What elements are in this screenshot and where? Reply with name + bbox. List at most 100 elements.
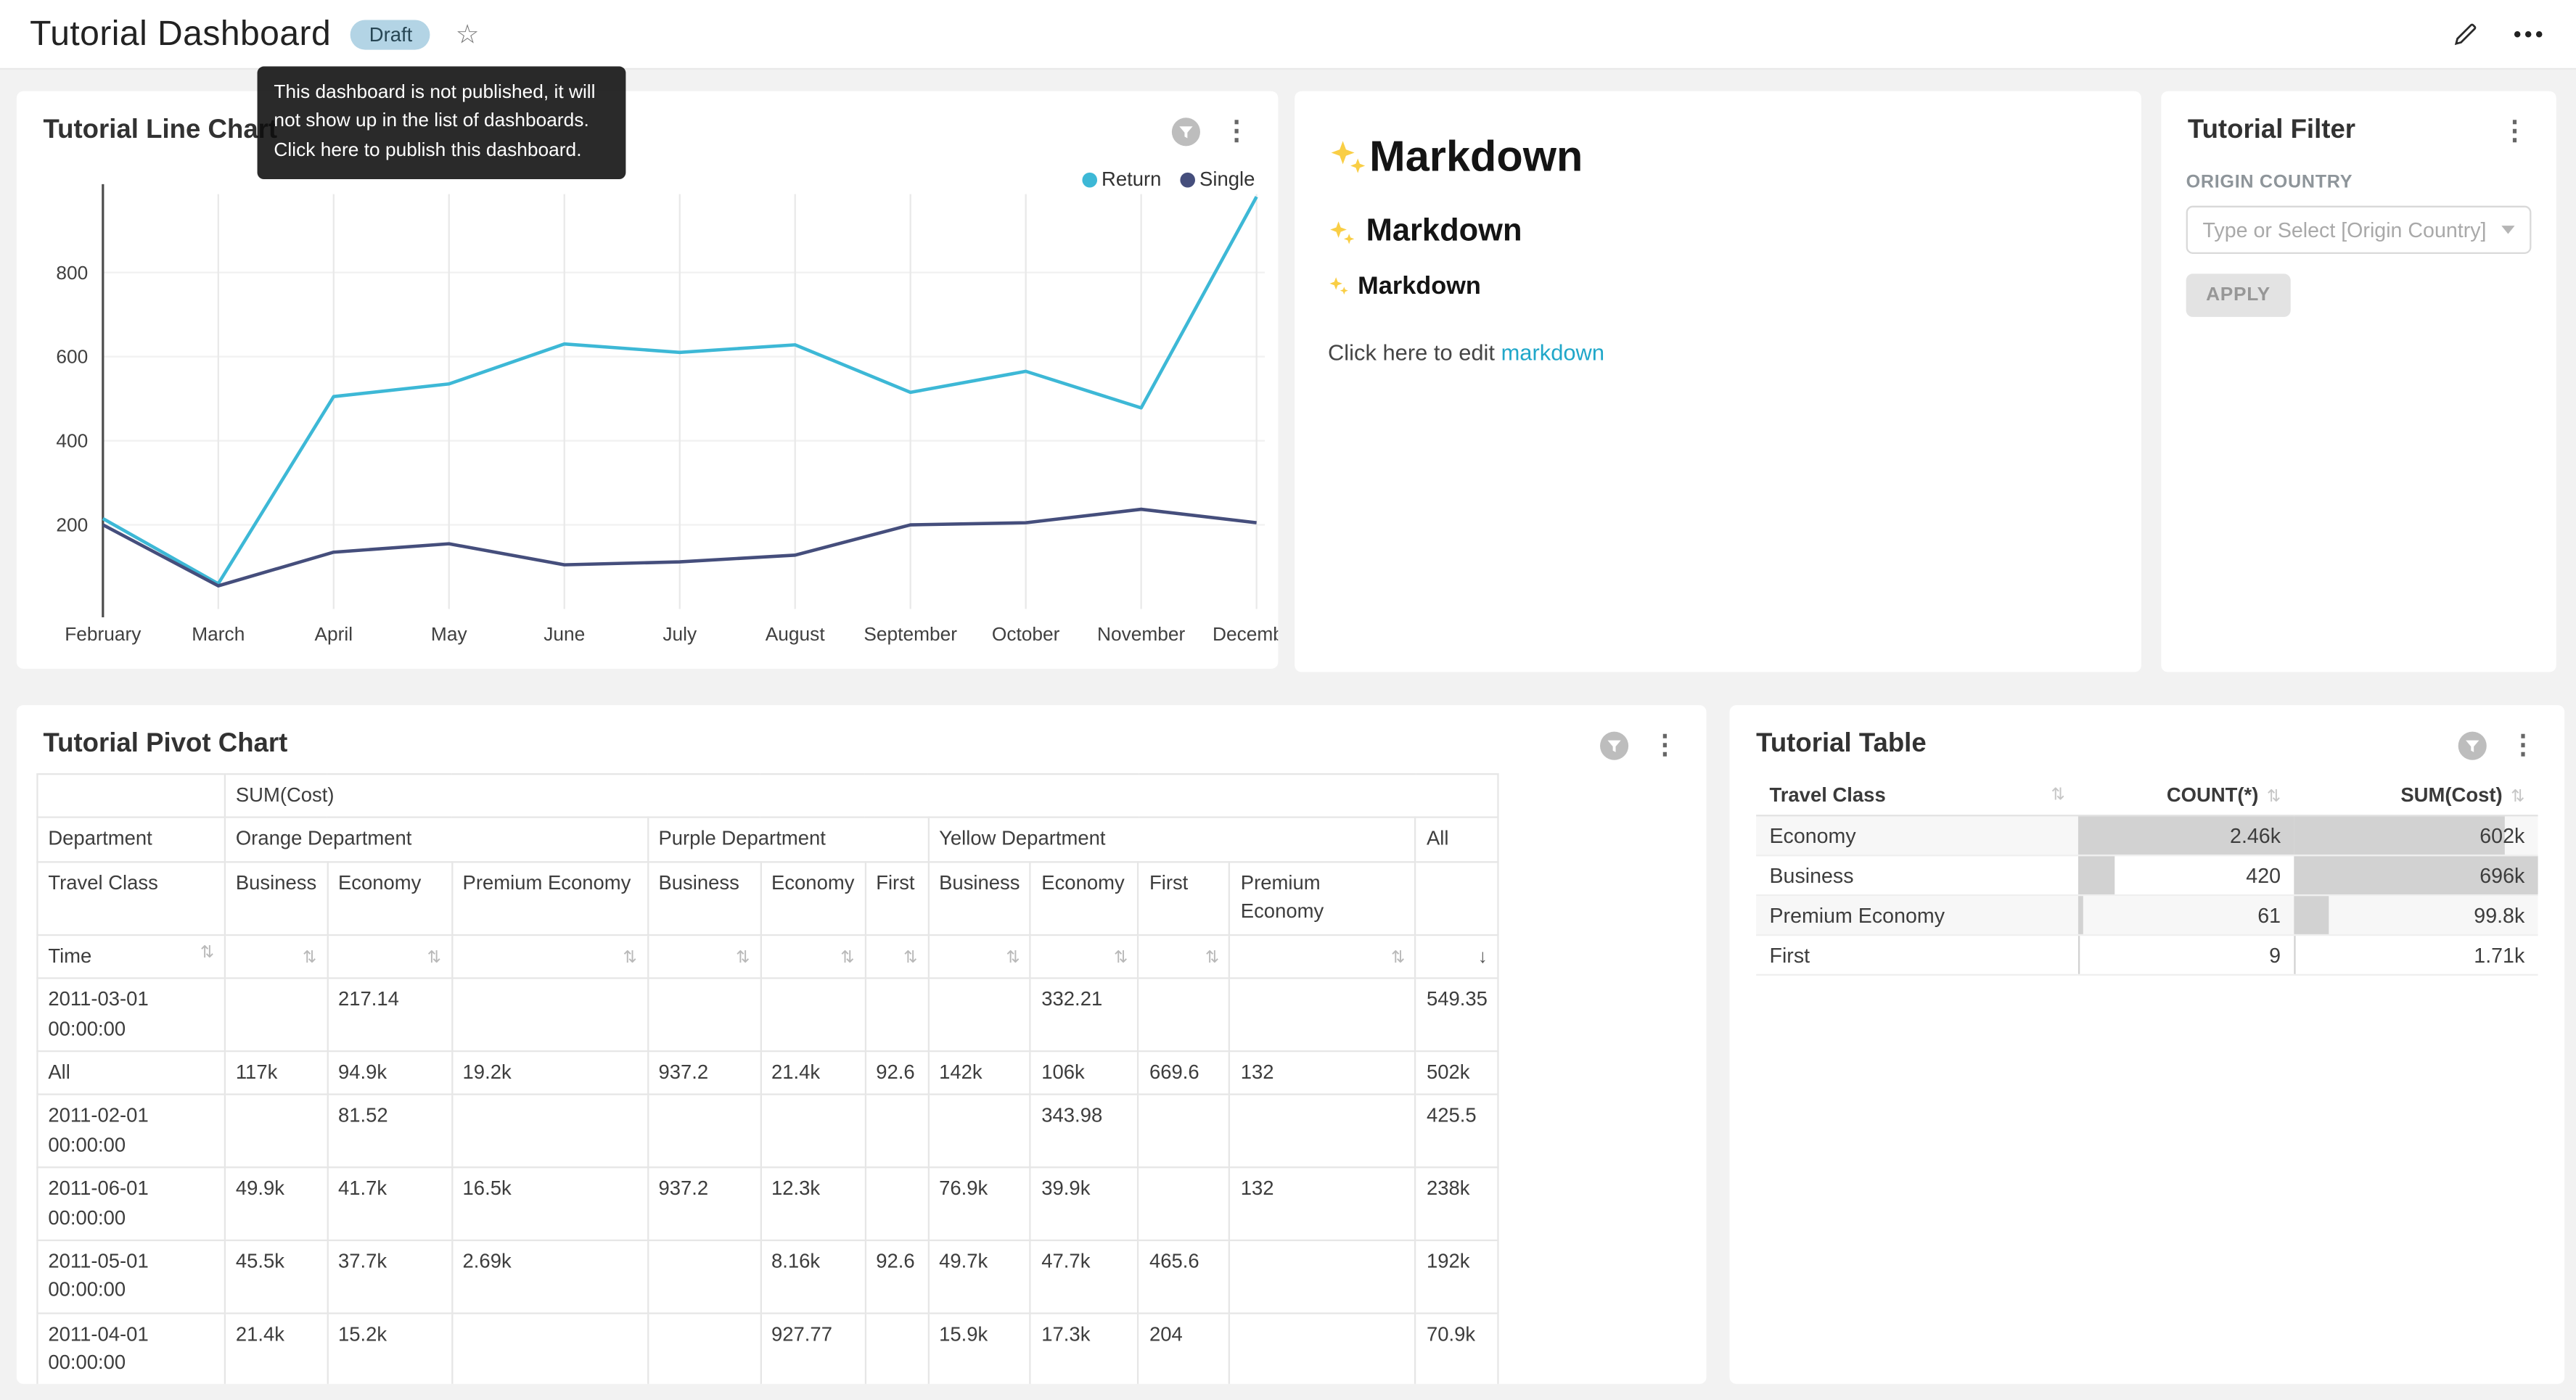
pivot-cell [648,1240,761,1313]
pivot-col-group-label: All [1427,827,1449,850]
pivot-sort-cell: ⇅ [225,934,327,979]
pivot-cell [1139,1168,1230,1240]
filter-funnel-icon[interactable] [2456,729,2487,760]
pivot-col-group-label: Yellow Department [939,827,1105,850]
sort-icon[interactable]: ⇅ [1205,948,1219,966]
filter-funnel-icon[interactable] [1599,729,1630,760]
markdown-h2-text: Markdown [1366,214,1522,250]
pivot-col-header: Premium Economy [1230,862,1416,934]
markdown-h2: Markdown [1328,214,2108,250]
pivot-dim-travel-class: Travel Class [37,862,224,934]
table-row: Economy2.46k602k [1756,815,2538,855]
markdown-edit-link[interactable]: markdown [1501,340,1604,365]
svg-text:April: April [314,623,353,645]
favorite-star-icon[interactable]: ☆ [456,17,480,51]
sort-icon[interactable]: ⇅ [427,948,441,966]
cell-value: 602k [2294,818,2538,854]
pivot-col-header: Business [648,862,761,934]
pivot-cell: 217.14 [327,979,452,1051]
pivot-col-header: First [1139,862,1230,934]
pivot-cell [452,1095,648,1168]
svg-text:February: February [65,623,141,645]
pivot-cell: 70.9k [1416,1313,1498,1384]
table-cell-travel-class: First [1756,935,2078,975]
pivot-cell [865,1313,928,1384]
legend-label: Return [1102,168,1161,191]
pivot-col-group-label: Orange Department [236,827,412,850]
pivot-cell [225,979,327,1051]
sort-icon[interactable]: ⇅ [840,948,854,966]
pivot-cell: 465.6 [1139,1240,1230,1313]
origin-country-label: ORIGIN COUNTRY [2186,173,2532,192]
pivot-corner-cell [37,774,224,818]
sort-icon[interactable]: ⇅ [1114,948,1128,966]
card-table: Tutorial Table ⋮ Travel Class⇅COUNT(*)⇅S… [1730,705,2565,1384]
pivot-cell [452,1313,648,1384]
publish-tooltip[interactable]: This dashboard is not published, it will… [258,67,626,179]
pivot-cell: 669.6 [1139,1051,1230,1095]
svg-text:200: 200 [56,514,88,536]
edit-pencil-icon[interactable] [2452,20,2480,48]
pivot-cell [928,979,1030,1051]
pivot-col-header-label: Premium Economy [1241,870,1324,923]
table-header-travel-class[interactable]: Travel Class ⇅ [1756,775,2078,815]
svg-text:September: September [864,623,957,645]
table-header-label: COUNT(*) [2167,783,2259,807]
pivot-col-header: Premium Economy [452,862,648,934]
sort-icon[interactable]: ⇅ [2051,786,2064,804]
pivot-col-header-label: Business [236,870,316,894]
sort-icon[interactable]: ⇅ [903,948,917,966]
draft-badge[interactable]: Draft [351,19,431,49]
sort-icon[interactable]: ⇅ [2267,788,2281,807]
svg-text:600: 600 [56,346,88,368]
select-placeholder: Type or Select [Origin Country] [2203,218,2487,242]
legend-item-single[interactable]: Single [1180,168,1255,191]
sparkles-icon [1328,276,1350,297]
sort-icon[interactable]: ⇅ [303,948,316,966]
sort-icon[interactable]: ⇅ [1006,948,1020,966]
pivot-col-header: Business [225,862,327,934]
table-header-sum-cost[interactable]: SUM(Cost)⇅ [2294,775,2538,815]
pivot-cell: 94.9k [327,1051,452,1095]
pivot-col-header-label: First [876,870,914,894]
card-pivot-chart: Tutorial Pivot Chart ⋮ SUM(Cost)Departme… [17,705,1707,1384]
more-menu-icon[interactable]: ••• [2514,22,2546,46]
sort-icon[interactable]: ⇅ [200,942,214,965]
pivot-cell [928,1095,1030,1168]
origin-country-select[interactable]: Type or Select [Origin Country] [2186,206,2532,254]
pivot-cell: 47.7k [1030,1240,1139,1313]
pivot-col-group: Orange Department [225,818,648,861]
sparkles-icon [1328,137,1368,177]
pivot-cell [1230,1313,1416,1384]
pivot-cell: 19.2k [452,1051,648,1095]
kebab-menu-icon[interactable]: ⋮ [2505,728,2541,762]
sort-icon[interactable]: ⇅ [2511,788,2524,807]
sparkles-icon [1328,218,1356,247]
sort-icon[interactable]: ⇅ [623,948,637,966]
table-header-label: Travel Class [1769,783,1885,807]
svg-text:December: December [1213,623,1278,645]
pivot-cell: 937.2 [648,1051,761,1095]
pivot-row: 2011-06-01 00:00:0049.9k41.7k16.5k937.21… [37,1168,1498,1240]
sort-icon[interactable]: ⇅ [1391,948,1405,966]
sort-icon[interactable]: ⇅ [736,948,750,966]
pivot-cell [452,979,648,1051]
pivot-cell: 81.52 [327,1095,452,1168]
table-header-count[interactable]: COUNT(*) ⇅ [2078,775,2294,815]
pivot-sort-cell: ⇅ [1030,934,1139,979]
cell-value: 1.71k [2294,936,2538,973]
svg-text:400: 400 [56,430,88,452]
kebab-menu-icon[interactable]: ⋮ [1646,728,1683,762]
sort-desc-icon[interactable]: ↓ [1478,947,1488,966]
pivot-cell: 45.5k [225,1240,327,1313]
pivot-col-header [1416,862,1498,934]
pivot-cell [648,1313,761,1384]
legend-item-return[interactable]: Return [1082,168,1162,191]
apply-button[interactable]: APPLY [2186,273,2291,316]
pivot-row-label: 2011-04-01 00:00:00 [37,1313,224,1384]
pivot-col-header: Business [928,862,1030,934]
top-bar: Tutorial Dashboard Draft ☆ ••• [0,0,2576,70]
pivot-cell: 17.3k [1030,1313,1139,1384]
pivot-cell [760,1095,865,1168]
kebab-menu-icon[interactable]: ⋮ [2496,115,2532,148]
